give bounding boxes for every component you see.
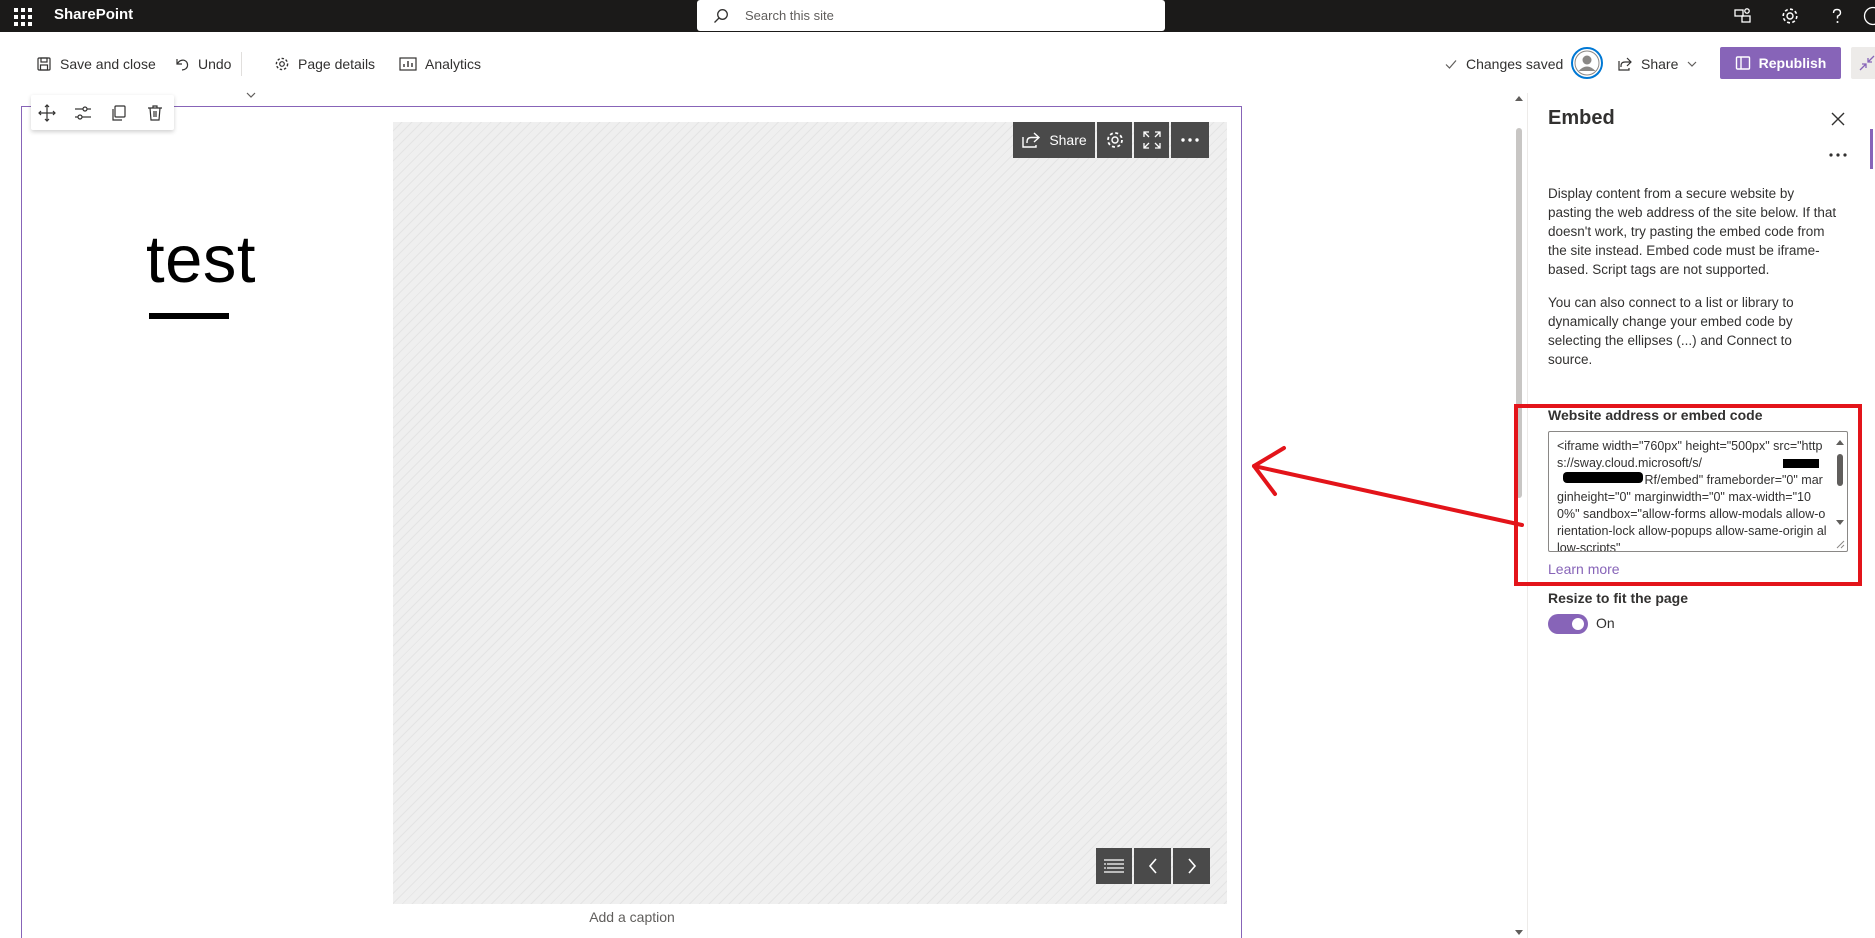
edit-properties-icon[interactable] xyxy=(73,103,93,123)
gear-icon xyxy=(1106,132,1123,148)
pane-scroll-indicator xyxy=(1870,129,1873,169)
annotation-highlight-box xyxy=(1514,404,1862,586)
avatar[interactable] xyxy=(1571,47,1603,79)
pane-description-connect: You can also connect to a list or librar… xyxy=(1548,295,1794,367)
embed-webpart[interactable]: Share xyxy=(393,122,1227,904)
checkmark-icon xyxy=(1445,60,1457,69)
navigation-icon xyxy=(1104,859,1124,873)
undo-label: Undo xyxy=(198,56,232,72)
embed-previous-button[interactable] xyxy=(1134,848,1171,884)
account-icon[interactable] xyxy=(1863,6,1875,26)
share-icon xyxy=(1618,57,1632,71)
share-label: Share xyxy=(1641,56,1679,72)
search-placeholder: Search this site xyxy=(745,8,834,23)
chevron-left-icon xyxy=(1148,858,1157,874)
pane-title: Embed xyxy=(1548,107,1615,129)
embed-share-button[interactable]: Share xyxy=(1013,122,1095,158)
duplicate-icon[interactable] xyxy=(109,103,129,123)
scroll-down-icon[interactable] xyxy=(1511,928,1527,938)
embed-fullscreen-button[interactable] xyxy=(1134,122,1169,158)
analytics-button[interactable]: Analytics xyxy=(399,52,481,76)
delete-icon[interactable] xyxy=(145,103,165,123)
collapse-pane-button[interactable] xyxy=(1851,47,1875,79)
save-close-button[interactable]: Save and close xyxy=(36,52,156,76)
embed-more-button[interactable] xyxy=(1171,122,1209,158)
settings-icon[interactable] xyxy=(1780,6,1800,26)
embed-next-button[interactable] xyxy=(1173,848,1210,884)
undo-button[interactable]: Undo xyxy=(174,52,231,76)
page-details-button[interactable]: Page details xyxy=(274,52,375,76)
chevron-down-icon[interactable] xyxy=(245,91,257,99)
collapse-icon xyxy=(1859,55,1875,71)
close-icon[interactable] xyxy=(1828,109,1848,129)
search-box[interactable]: Search this site xyxy=(697,0,1165,31)
resize-toggle[interactable] xyxy=(1548,614,1588,634)
analytics-icon xyxy=(399,57,417,71)
republish-button[interactable]: Republish xyxy=(1720,47,1841,79)
move-icon[interactable] xyxy=(37,103,57,123)
divider xyxy=(241,52,242,76)
save-close-label: Save and close xyxy=(60,56,156,72)
analytics-label: Analytics xyxy=(425,56,482,72)
embed-share-label: Share xyxy=(1049,132,1087,148)
help-icon[interactable] xyxy=(1827,6,1847,26)
caption-input[interactable]: Add a caption xyxy=(393,909,871,925)
app-name[interactable]: SharePoint xyxy=(54,6,133,23)
save-status: Changes saved xyxy=(1444,52,1563,76)
search-icon xyxy=(714,9,728,23)
save-icon xyxy=(37,57,51,71)
share-button[interactable]: Share xyxy=(1617,52,1698,76)
save-status-label: Changes saved xyxy=(1466,56,1564,72)
embed-settings-button[interactable] xyxy=(1097,122,1132,158)
resize-toggle-state: On xyxy=(1596,615,1615,631)
scroll-up-icon[interactable] xyxy=(1511,93,1527,103)
chevron-down-icon xyxy=(1687,61,1697,67)
share-icon xyxy=(1022,132,1041,148)
more-icon xyxy=(1181,138,1199,142)
title-underline xyxy=(149,313,229,319)
gear-icon xyxy=(275,57,289,71)
waffle-icon[interactable] xyxy=(12,6,32,26)
feedback-icon[interactable] xyxy=(1733,6,1753,26)
undo-icon xyxy=(176,59,189,71)
book-icon xyxy=(1735,56,1750,70)
section-toolbar xyxy=(31,95,174,130)
embed-navigation-button[interactable] xyxy=(1096,848,1132,884)
suite-bar: SharePoint Search this site xyxy=(0,0,1875,32)
page-title[interactable]: test xyxy=(146,226,256,293)
fullscreen-icon xyxy=(1142,131,1161,149)
person-icon xyxy=(1574,50,1600,76)
more-icon[interactable] xyxy=(1828,149,1848,161)
republish-label: Republish xyxy=(1758,55,1827,71)
toggle-knob xyxy=(1572,618,1584,630)
page-details-label: Page details xyxy=(298,56,376,72)
resize-toggle-label: Resize to fit the page xyxy=(1548,590,1689,606)
pane-description: Display content from a secure website by… xyxy=(1548,186,1837,277)
chevron-right-icon xyxy=(1187,858,1196,874)
